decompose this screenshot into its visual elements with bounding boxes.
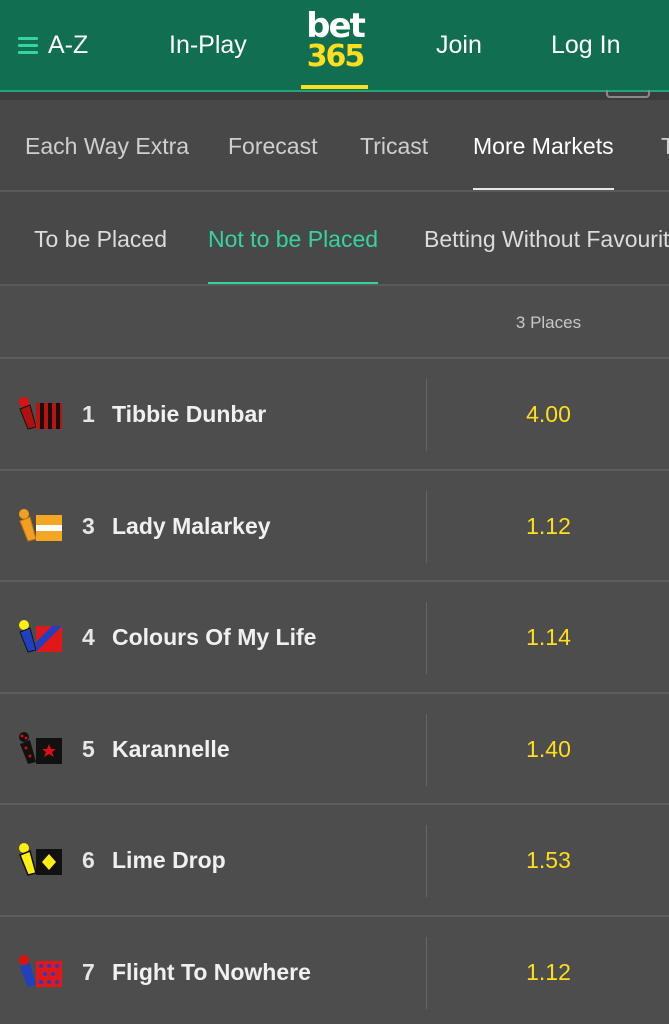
sub-market-tabs: To be Placed Not to be Placed Betting Wi… (0, 192, 669, 286)
runner-name: Lime Drop (112, 847, 226, 873)
odds-button[interactable]: 1.12 (428, 471, 669, 582)
column-divider (426, 379, 427, 451)
hamburger-menu-icon (18, 37, 38, 54)
column-divider (426, 936, 427, 1009)
runner-row: 4 Colours Of My Life 1.14 (0, 582, 669, 694)
runner-name: Tibbie Dunbar (112, 401, 267, 427)
runner-name: Colours Of My Life (112, 624, 317, 650)
runner-row: 1 Tibbie Dunbar 4.00 (0, 359, 669, 471)
runner-row: 5 Karannelle 1.40 (0, 693, 669, 805)
odds-button[interactable]: 1.14 (428, 582, 669, 693)
runner-row: 6 Lime Drop 1.53 (0, 805, 669, 917)
places-header: 3 Places (515, 312, 582, 332)
runner-number: 4 (82, 624, 95, 650)
runner-number: 1 (82, 401, 95, 427)
az-menu-button[interactable]: A-Z (18, 0, 88, 90)
az-label: A-Z (48, 30, 89, 59)
runner-number: 7 (82, 958, 95, 985)
jockey-silk-icon (19, 954, 62, 987)
column-divider (426, 490, 427, 563)
logo-text-top: bet (306, 6, 366, 46)
market-tabs: Each Way Extra Forecast Tricast More Mar… (0, 100, 669, 192)
runner-row: 3 Lady Malarkey 1.12 (0, 470, 669, 582)
bet365-logo[interactable]: bet 365 (300, 6, 370, 90)
jockey-silk-icon (19, 397, 62, 430)
tab-forecast[interactable]: Forecast (228, 100, 317, 190)
runner-number: 6 (82, 847, 95, 873)
runner-number: 5 (82, 735, 95, 762)
jockey-silk-icon (19, 843, 62, 876)
jockey-silk-icon (19, 620, 62, 653)
top-navigation-bar: A-Z In-Play bet 365 Join Log In (0, 0, 669, 100)
odds-button[interactable]: 1.53 (428, 805, 669, 916)
odds-button[interactable]: 1.40 (428, 694, 669, 805)
jockey-silk-icon (19, 508, 62, 542)
column-divider (426, 825, 427, 897)
in-play-link[interactable]: In-Play (169, 0, 247, 90)
tab-more-markets[interactable]: More Markets (473, 100, 614, 190)
tab-to-be-placed[interactable]: To be Placed (34, 192, 167, 284)
runner-name: Flight To Nowhere (112, 958, 311, 985)
column-divider (426, 602, 427, 674)
jockey-silk-icon (19, 731, 62, 764)
tab-tricast[interactable]: Tricast (360, 100, 428, 190)
column-divider (426, 713, 427, 786)
tab-betting-without-favourite[interactable]: Betting Without Favourite (424, 192, 669, 284)
runner-name: Karannelle (112, 735, 230, 762)
logo-underline (301, 85, 368, 89)
log-in-button[interactable]: Log In (551, 0, 621, 90)
logo-text-bottom: 365 (306, 39, 366, 74)
tab-truncated[interactable]: T (661, 100, 669, 190)
runner-list: 1 Tibbie Dunbar 4.00 3 Lady Malarkey 1.1… (0, 359, 669, 1024)
column-header: 3 Places (0, 286, 669, 359)
join-button[interactable]: Join (436, 0, 482, 90)
runner-row: 7 Flight To Nowhere 1.12 (0, 916, 669, 1024)
tab-not-to-be-placed[interactable]: Not to be Placed (208, 192, 379, 284)
odds-button[interactable]: 4.00 (428, 359, 669, 470)
runner-number: 3 (82, 512, 95, 539)
runner-name: Lady Malarkey (112, 512, 271, 539)
collapse-tab-handle[interactable] (606, 90, 650, 98)
header-divider-strip (0, 90, 669, 100)
tab-each-way-extra[interactable]: Each Way Extra (25, 100, 189, 190)
odds-button[interactable]: 1.12 (428, 917, 669, 1024)
